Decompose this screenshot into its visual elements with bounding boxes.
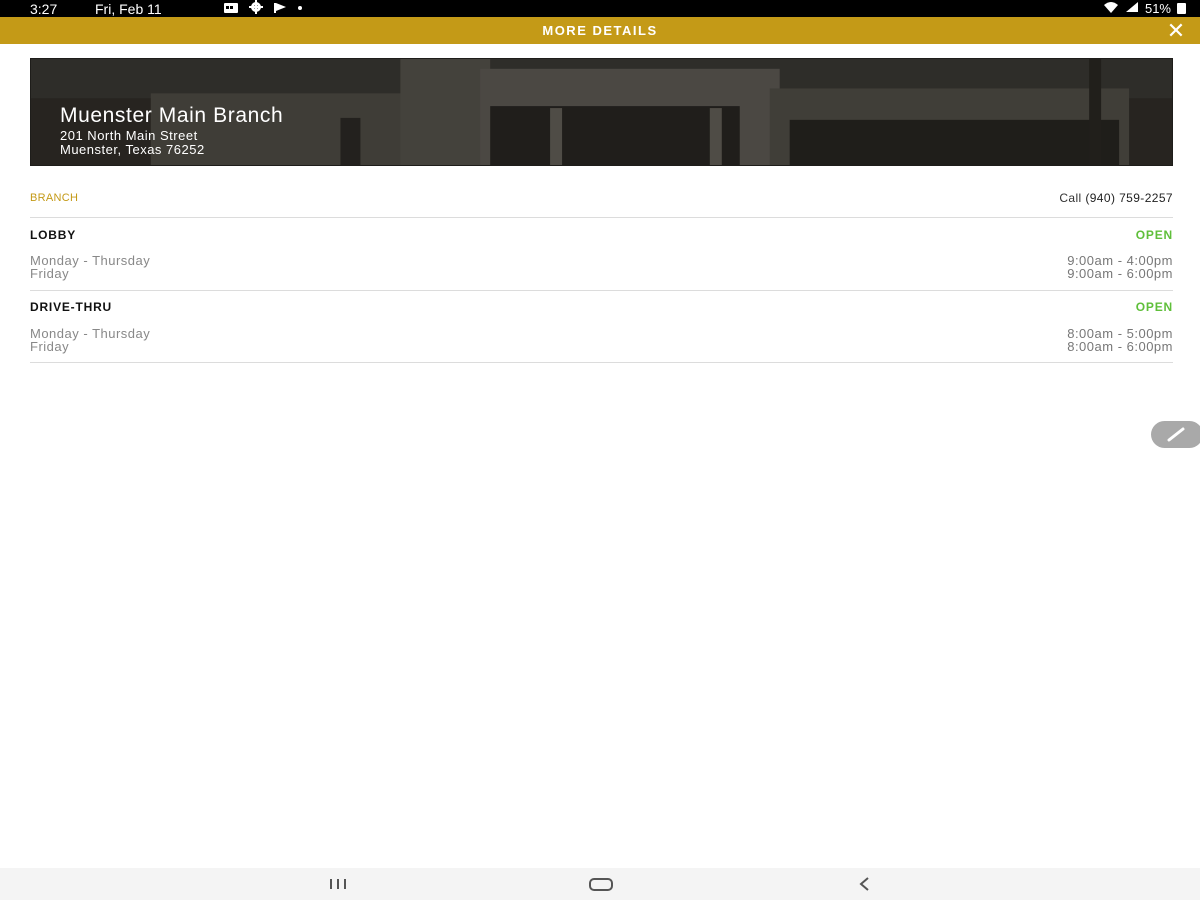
call-link[interactable]: Call (940) 759-2257 [1059,191,1173,205]
calendar-icon [223,1,239,17]
recent-apps-button[interactable] [324,874,354,894]
drive-thru-hours-2: 8:00am - 6:00pm [1067,339,1173,354]
battery-percent: 51% [1144,1,1171,16]
status-time: 3:27 [30,0,58,17]
call-prefix: Call [1059,191,1082,205]
edit-floating-button[interactable] [1151,421,1200,448]
recent-apps-icon [330,879,346,889]
lobby-status-badge: OPEN [1135,228,1173,242]
home-icon [589,878,613,891]
page-title: MORE DETAILS [542,23,658,38]
back-icon [859,877,869,891]
dot-icon [297,1,303,17]
back-button[interactable] [850,874,880,894]
drive-thru-day-2: Friday [30,339,70,354]
lobby-day-2: Friday [30,266,70,281]
divider [30,362,1173,363]
status-date: Fri, Feb 11 [95,0,162,17]
phone-number: (940) 759-2257 [1085,191,1173,205]
address-line-1: 201 North Main Street [60,128,198,143]
settings-icon [249,0,263,17]
lobby-title: LOBBY [30,228,76,242]
title-bar: MORE DETAILS ✕ [0,17,1200,44]
system-nav-bar [0,868,1200,900]
address-line-2: Muenster, Texas 76252 [60,142,205,157]
divider [30,290,1173,291]
flag-icon [273,1,287,17]
divider [30,217,1173,218]
home-button[interactable] [586,874,616,894]
status-bar: 3:27 Fri, Feb 11 51% [0,0,1200,17]
wifi-icon [1103,1,1119,16]
signal-icon [1125,1,1139,16]
drive-thru-title: DRIVE-THRU [30,300,112,314]
battery-icon [1177,3,1186,14]
close-button[interactable]: ✕ [1166,18,1186,43]
drive-thru-status-badge: OPEN [1135,300,1173,314]
lobby-hours-2: 9:00am - 6:00pm [1067,266,1173,281]
close-icon: ✕ [1166,18,1186,43]
pencil-icon [1167,427,1185,442]
branch-label: BRANCH [30,192,79,204]
branch-name: Muenster Main Branch [60,104,284,127]
branch-banner: Muenster Main Branch 201 North Main Stre… [30,58,1173,166]
